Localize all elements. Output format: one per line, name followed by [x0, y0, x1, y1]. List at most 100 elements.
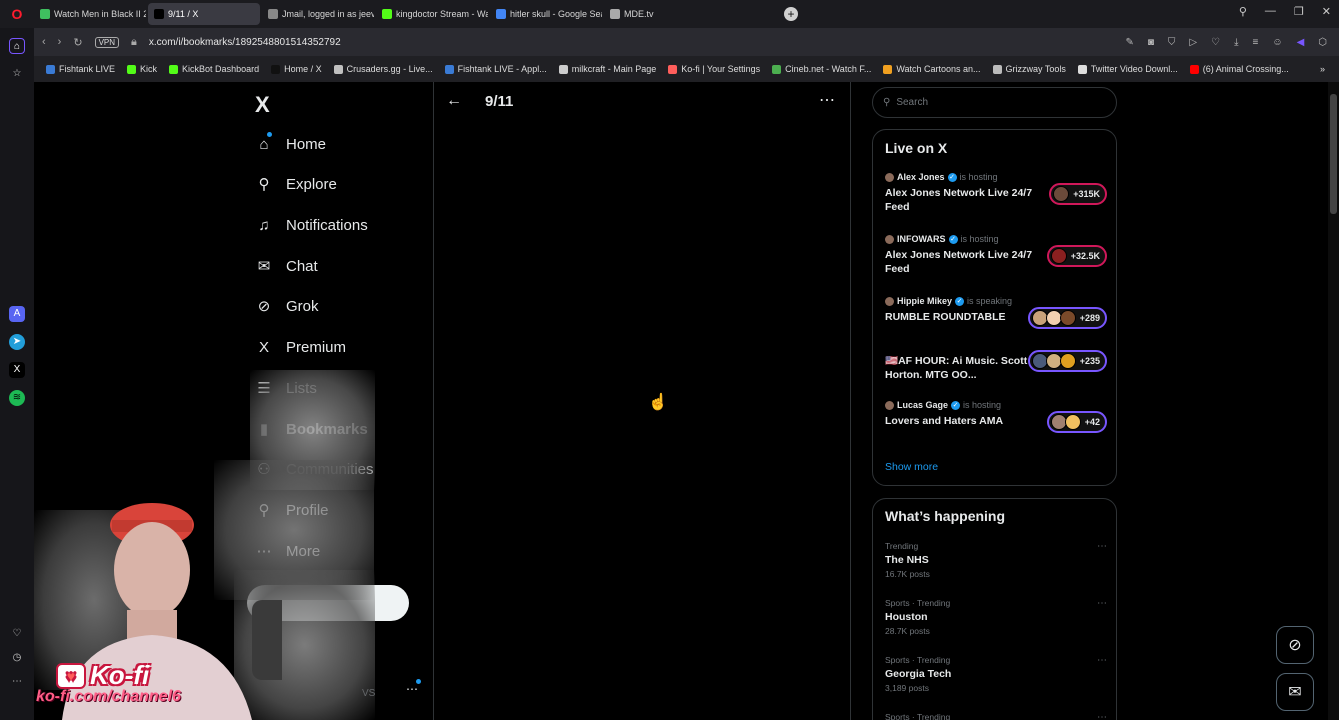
- bookmark-item[interactable]: KickBot Dashboard: [169, 64, 259, 74]
- x-logo[interactable]: X: [255, 92, 270, 118]
- shield-icon[interactable]: ⛉: [1168, 37, 1176, 48]
- extensions-icon[interactable]: ⬡: [1318, 37, 1327, 48]
- verified-badge-icon: ✓: [951, 400, 961, 410]
- bookmark-item[interactable]: Ko-fi | Your Settings: [668, 64, 760, 74]
- kofi-logo: ♥ Ko-fi: [56, 660, 149, 691]
- back-icon[interactable]: ‹: [42, 36, 46, 48]
- camera-icon[interactable]: ◙: [1148, 37, 1154, 48]
- account-more-icon[interactable]: ⋯: [406, 682, 418, 696]
- live-space-item[interactable]: INFOWARS ✓ is hosting Alex Jones Network Li…: [885, 234, 1107, 278]
- browser-tab[interactable]: kingdoctor Stream - Watc: [376, 3, 488, 25]
- trend-item[interactable]: Sports · Trending Houston 28.7K posts ⋯: [885, 598, 1107, 642]
- tab-label: MDE.tv: [624, 9, 654, 19]
- bookmarks-overflow-icon[interactable]: »: [1320, 64, 1325, 74]
- menu-icon[interactable]: ≡: [1253, 37, 1259, 48]
- bookmark-item[interactable]: Watch Cartoons an...: [883, 64, 981, 74]
- history-icon[interactable]: ◷: [9, 650, 25, 666]
- tab-label: hitler skull - Google Searc: [510, 9, 602, 19]
- trend-item[interactable]: Sports · Trending ⋯: [885, 712, 1107, 720]
- browser-tab[interactable]: hitler skull - Google Searc: [490, 3, 602, 25]
- opera-logo-icon[interactable]: O: [0, 0, 34, 28]
- bookmark-item[interactable]: Home / X: [271, 64, 322, 74]
- listener-count-pill[interactable]: +289: [1027, 307, 1107, 329]
- bookmark-item[interactable]: Fishtank LIVE: [46, 64, 115, 74]
- bookmark-item[interactable]: (6) Animal Crossing...: [1189, 64, 1289, 74]
- bookmark-item[interactable]: milkcraft - Main Page: [558, 64, 656, 74]
- listener-count-pill[interactable]: +42: [1046, 411, 1107, 433]
- trend-name: Georgia Tech: [885, 668, 952, 680]
- telegram-icon[interactable]: ➤: [9, 334, 25, 350]
- page-scrollbar[interactable]: [1328, 82, 1339, 720]
- trend-item[interactable]: Trending The NHS 16.7K posts ⋯: [885, 541, 1107, 585]
- bookmark-item[interactable]: Kick: [127, 64, 157, 74]
- spotify-icon[interactable]: ≋: [9, 390, 25, 406]
- home-icon[interactable]: ⌂: [9, 38, 25, 54]
- bell-icon: ♫: [258, 216, 270, 234]
- nav-item-premium[interactable]: X Premium: [254, 335, 346, 359]
- bookmark-item[interactable]: Twitter Video Downl...: [1077, 64, 1178, 74]
- trend-item[interactable]: Sports · Trending Georgia Tech 3,189 posts…: [885, 655, 1107, 699]
- listener-count-pill[interactable]: +315K: [1049, 183, 1107, 205]
- nav-item-explore[interactable]: ⚲ Explore: [254, 172, 337, 196]
- play-icon[interactable]: ▷: [1189, 37, 1197, 48]
- bookmark-item[interactable]: Fishtank LIVE - Appl...: [444, 64, 547, 74]
- bookmark-item[interactable]: Grizzway Tools: [992, 64, 1066, 74]
- listener-count-pill[interactable]: +235: [1027, 350, 1107, 372]
- x-app-icon[interactable]: X: [9, 362, 25, 378]
- browser-tab[interactable]: Watch Men in Black II 200: [34, 3, 146, 25]
- trend-more-icon[interactable]: ⋯: [1097, 541, 1107, 552]
- browser-tab[interactable]: MDE.tv: [604, 3, 664, 25]
- nav-item-notifications[interactable]: ♫ Notifications: [254, 213, 367, 237]
- bookmark-item[interactable]: Cineb.net - Watch F...: [772, 64, 871, 74]
- nav-item-chat[interactable]: ✉ Chat: [254, 254, 318, 278]
- bookmark-favicon-icon: [992, 64, 1002, 74]
- star-icon[interactable]: ☆: [9, 66, 25, 82]
- forward-icon[interactable]: ›: [58, 36, 62, 48]
- live-space-item[interactable]: Hippie Mikey ✓ is speaking RUMBLE ROUNDTABL…: [885, 296, 1107, 340]
- vpn-badge[interactable]: VPN: [94, 36, 120, 48]
- grok-float-button[interactable]: ⊘: [1276, 626, 1314, 664]
- whats-happening-card: What’s happening Trending The NHS 16.7K po…: [872, 498, 1117, 720]
- more-options-icon[interactable]: ⋯: [819, 90, 836, 110]
- trend-more-icon[interactable]: ⋯: [1097, 655, 1107, 666]
- heart-icon[interactable]: ♡: [9, 626, 25, 642]
- search-box[interactable]: ⚲ Search: [872, 87, 1117, 118]
- hand-cursor-icon: ☝: [648, 394, 668, 411]
- speaker-icon[interactable]: ◀: [1297, 37, 1305, 48]
- close-window-button[interactable]: ✕: [1322, 5, 1331, 18]
- reload-icon[interactable]: ↻: [73, 36, 82, 49]
- nav-item-grok[interactable]: ⊘ Grok: [254, 294, 319, 318]
- download-icon[interactable]: ⤓: [1234, 37, 1238, 48]
- nav-item-home[interactable]: ⌂ Home: [254, 132, 326, 156]
- host-avatar: [885, 296, 894, 306]
- nav-item-label: Chat: [286, 257, 318, 275]
- browser-tab[interactable]: Jmail, logged in as jeevaca: [262, 3, 374, 25]
- browser-tab[interactable]: 9/11 / X: [148, 3, 260, 25]
- bookmark-item[interactable]: Crusaders.gg - Live...: [333, 64, 433, 74]
- trend-more-icon[interactable]: ⋯: [1097, 712, 1107, 720]
- scrollbar-thumb[interactable]: [1330, 94, 1337, 214]
- kofi-cup-icon: ♥: [56, 662, 86, 689]
- live-space-item[interactable]: Lucas Gage ✓ is hosting Lovers and Haters A…: [885, 400, 1107, 444]
- back-arrow-icon[interactable]: ←: [446, 92, 462, 110]
- trend-more-icon[interactable]: ⋯: [1097, 598, 1107, 609]
- aria-app-icon[interactable]: A: [9, 306, 25, 322]
- live-space-item[interactable]: Alex Jones ✓ is hosting Alex Jones Network …: [885, 172, 1107, 216]
- live-space-item[interactable]: 🇺🇸AF HOUR: Ai Music. Scott Horton. MTG O…: [885, 350, 1107, 398]
- kofi-logo-text: Ko-fi: [90, 660, 150, 690]
- verified-badge-icon: ✓: [947, 172, 957, 182]
- heart-icon[interactable]: ♡: [1211, 37, 1220, 48]
- maximize-button[interactable]: ❐: [1294, 5, 1304, 18]
- edit-icon[interactable]: ✎: [1125, 37, 1133, 48]
- messages-float-button[interactable]: ✉: [1276, 673, 1314, 711]
- profile-icon[interactable]: ☺: [1272, 37, 1282, 48]
- url-field[interactable]: x.com/i/bookmarks/1892548801514352792: [149, 37, 341, 48]
- minimize-button[interactable]: —: [1265, 5, 1276, 18]
- search-icon: ⚲: [258, 176, 270, 193]
- lock-icon[interactable]: 🔒︎: [131, 36, 137, 49]
- more-dots-icon[interactable]: ⋯: [9, 674, 25, 690]
- search-tabs-icon[interactable]: ⚲: [1239, 5, 1247, 18]
- show-more-link[interactable]: Show more: [885, 461, 938, 473]
- new-tab-button[interactable]: +: [784, 7, 798, 21]
- listener-count-pill[interactable]: +32.5K: [1046, 245, 1107, 267]
